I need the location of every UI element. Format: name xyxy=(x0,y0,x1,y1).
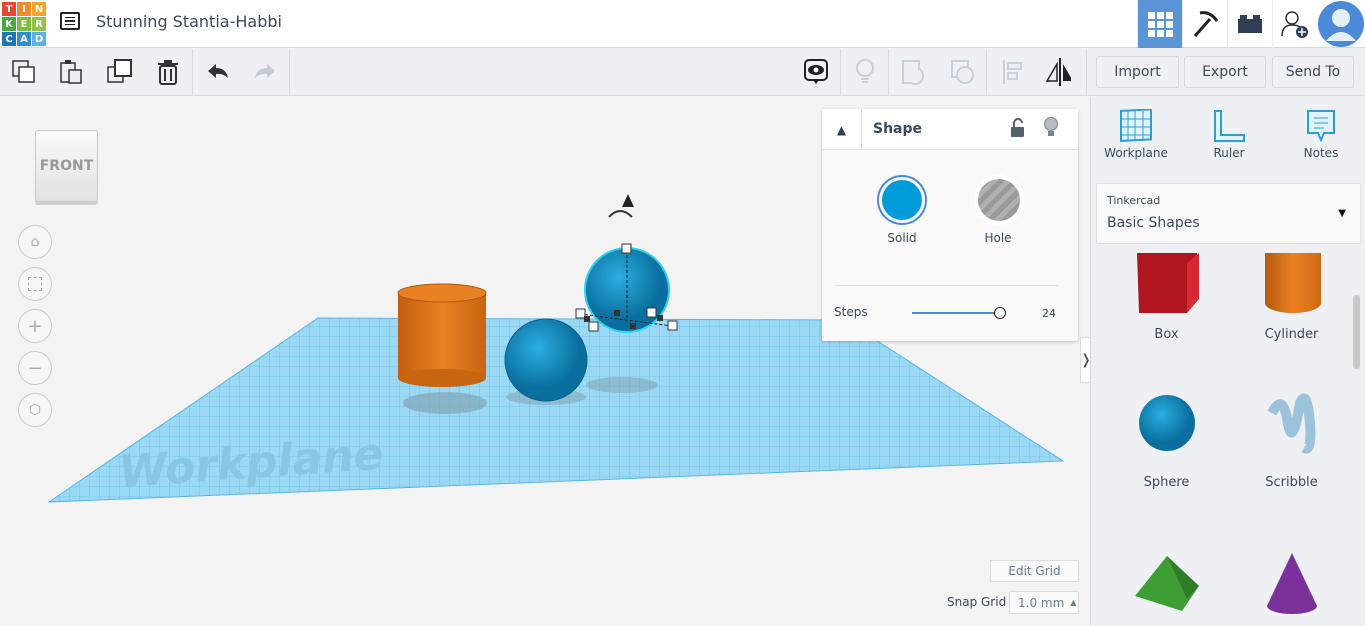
lightbulb-icon[interactable] xyxy=(1043,117,1059,143)
snap-grid-label: Snap Grid xyxy=(947,595,1007,609)
notes-icon xyxy=(1307,110,1335,143)
delete-icon[interactable] xyxy=(155,59,181,85)
show-notes-eye-icon[interactable] xyxy=(803,59,829,85)
3d-view-icon[interactable] xyxy=(1137,0,1182,48)
cylinder-object[interactable] xyxy=(397,283,487,387)
ungroup-icon[interactable] xyxy=(950,59,976,85)
logo-letter: A xyxy=(17,32,31,46)
lightbulb-icon[interactable] xyxy=(852,59,878,85)
shape-list: Box Cylinder Sphere Scribble xyxy=(1091,253,1353,626)
shape-list-scrollbar[interactable] xyxy=(1353,295,1360,369)
logo-letter: C xyxy=(2,32,16,46)
pickaxe-icon[interactable] xyxy=(1182,0,1227,48)
copy-icon[interactable] xyxy=(11,59,37,85)
hole-swatch xyxy=(978,179,1020,221)
logo-letter: E xyxy=(17,17,31,31)
logo-letter: D xyxy=(32,32,46,46)
collapse-inspector-button[interactable]: ▲ xyxy=(822,109,862,150)
steps-slider-thumb[interactable] xyxy=(994,307,1006,319)
logo-letter: T xyxy=(2,2,16,16)
selected-sphere-object[interactable] xyxy=(575,194,678,333)
solid-label: Solid xyxy=(887,231,917,245)
align-icon[interactable] xyxy=(999,59,1025,85)
logo-letter: K xyxy=(2,17,16,31)
caret-up-icon: ▲ xyxy=(1070,598,1077,607)
notes-tool-label: Notes xyxy=(1303,146,1339,160)
group-icon[interactable] xyxy=(901,59,927,85)
shape-cone[interactable] xyxy=(1229,551,1353,625)
shape-roof[interactable] xyxy=(1104,551,1229,625)
lift-arrow-icon xyxy=(622,194,634,207)
steps-slider[interactable] xyxy=(912,307,1006,319)
steps-label: Steps xyxy=(834,305,868,319)
ruler-tool[interactable]: Ruler xyxy=(1189,109,1269,160)
shape-cylinder[interactable]: Cylinder xyxy=(1229,253,1353,342)
dropdown-caret-icon: ▼ xyxy=(1338,208,1346,219)
import-button[interactable]: Import xyxy=(1096,56,1179,88)
shape-library-select[interactable]: Tinkercad Basic Shapes ▼ xyxy=(1096,183,1361,244)
workplane-tool[interactable]: Workplane xyxy=(1096,108,1176,160)
rotate-arrow-icon xyxy=(608,210,633,218)
snap-grid-value: 1.0 mm xyxy=(1018,595,1065,610)
shape-inspector: ▲ Shape Solid Hole Steps 24 xyxy=(822,109,1078,341)
shape-scribble[interactable]: Scribble xyxy=(1229,393,1353,490)
avatar-icon[interactable] xyxy=(1317,0,1365,48)
inspector-title: Shape xyxy=(873,121,923,137)
steps-value: 24 xyxy=(1042,307,1056,320)
edit-toolbar: Import Export Send To xyxy=(0,49,1365,96)
library-name: Basic Shapes xyxy=(1107,215,1200,231)
paste-icon[interactable] xyxy=(58,59,84,85)
solid-button[interactable] xyxy=(877,175,927,225)
workplane-icon xyxy=(1120,108,1152,142)
library-source: Tinkercad xyxy=(1107,194,1161,207)
right-panel: Workplane Ruler Notes Tinkercad Basic Sh… xyxy=(1090,97,1365,626)
tinkercad-logo[interactable]: TIN KER CAD xyxy=(2,2,46,46)
logo-letter: R xyxy=(32,17,46,31)
shape-label: Cylinder xyxy=(1264,327,1319,342)
shape-box[interactable]: Box xyxy=(1104,253,1229,342)
hole-button[interactable] xyxy=(974,175,1024,225)
solid-color-swatch xyxy=(882,180,922,220)
undo-icon[interactable] xyxy=(205,59,231,85)
send-to-button[interactable]: Send To xyxy=(1272,56,1354,88)
edit-grid-button[interactable]: Edit Grid xyxy=(990,560,1079,582)
sphere-object[interactable] xyxy=(504,318,588,402)
design-list-icon[interactable] xyxy=(60,12,80,30)
ruler-icon xyxy=(1214,110,1245,142)
hole-label: Hole xyxy=(984,231,1012,245)
design-title[interactable]: Stunning Stantia-Habbi xyxy=(96,12,282,31)
shape-label: Scribble xyxy=(1265,475,1318,490)
notes-tool[interactable]: Notes xyxy=(1281,109,1361,160)
logo-letter: N xyxy=(32,2,46,16)
redo-icon[interactable] xyxy=(252,59,278,85)
workplane-tool-label: Workplane xyxy=(1104,146,1168,160)
shape-sphere[interactable]: Sphere xyxy=(1104,393,1229,490)
lock-icon[interactable] xyxy=(1010,118,1026,142)
mirror-icon[interactable] xyxy=(1045,58,1071,86)
shape-label: Sphere xyxy=(1143,475,1190,490)
add-user-icon[interactable] xyxy=(1272,0,1317,48)
duplicate-icon[interactable] xyxy=(107,59,133,85)
logo-letter: I xyxy=(17,2,31,16)
ruler-tool-label: Ruler xyxy=(1213,146,1245,160)
top-bar: TIN KER CAD Stunning Stantia-Habbi xyxy=(0,0,1365,48)
snap-grid-select[interactable]: 1.0 mm ▲ xyxy=(1009,591,1079,614)
brick-icon[interactable] xyxy=(1227,0,1272,48)
shape-label: Box xyxy=(1154,327,1179,342)
export-button[interactable]: Export xyxy=(1184,56,1266,88)
